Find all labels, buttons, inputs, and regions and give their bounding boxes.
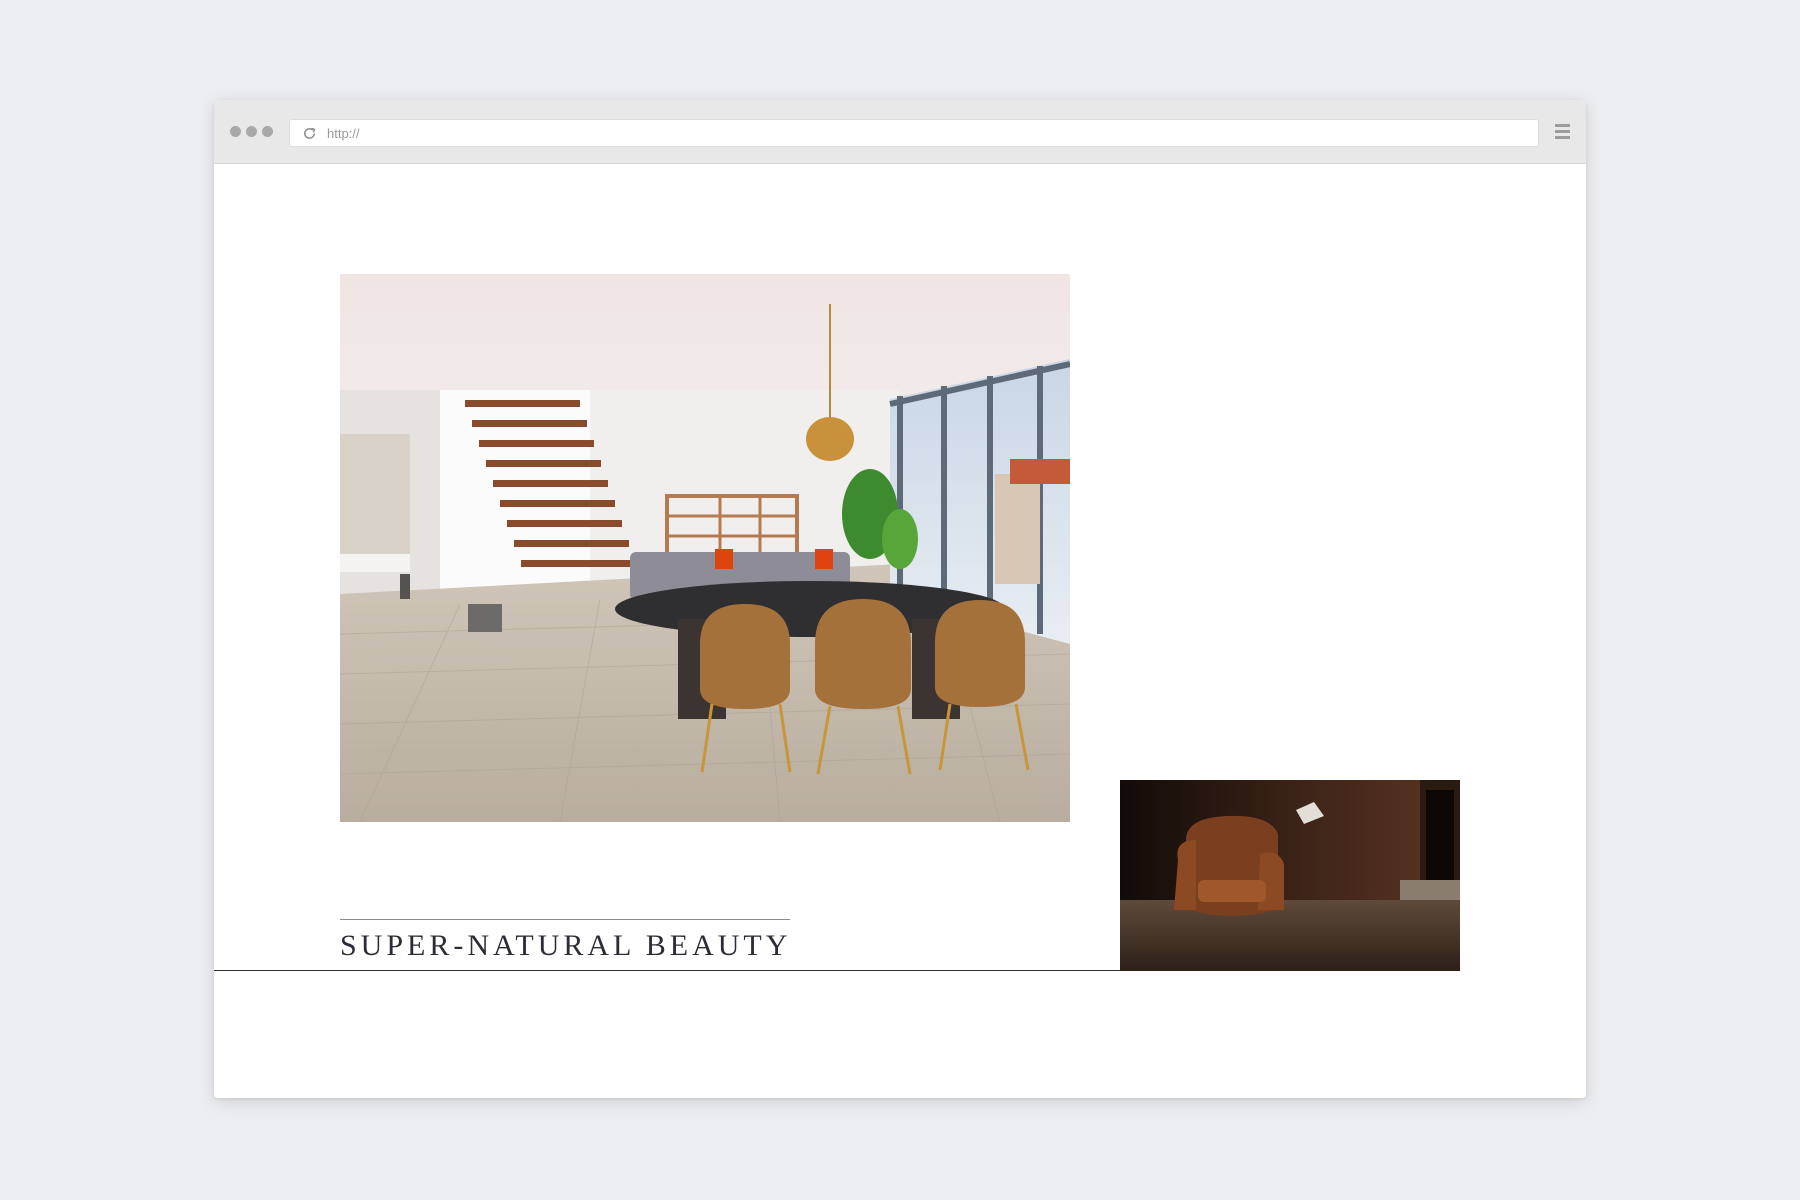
reload-icon[interactable] — [302, 126, 317, 141]
browser-toolbar: http:// — [214, 100, 1586, 164]
browser-window: http:// SUPER-NATURAL BEAUTY — [214, 100, 1586, 1098]
dining-room-image — [340, 274, 1070, 822]
section-divider — [214, 970, 1120, 971]
window-dot[interactable] — [230, 126, 241, 137]
hamburger-menu-icon[interactable] — [1555, 124, 1570, 140]
page-content: SUPER-NATURAL BEAUTY — [214, 164, 1586, 1098]
hero-image — [340, 274, 1070, 822]
window-dot[interactable] — [262, 126, 273, 137]
title-divider — [340, 919, 790, 920]
url-text[interactable]: http:// — [327, 126, 360, 141]
secondary-image — [1120, 780, 1460, 971]
window-dot[interactable] — [246, 126, 257, 137]
address-bar[interactable]: http:// — [289, 119, 1539, 147]
page-title: SUPER-NATURAL BEAUTY — [340, 929, 792, 962]
leather-armchair-image — [1120, 780, 1460, 971]
window-controls-icon[interactable] — [230, 126, 273, 137]
